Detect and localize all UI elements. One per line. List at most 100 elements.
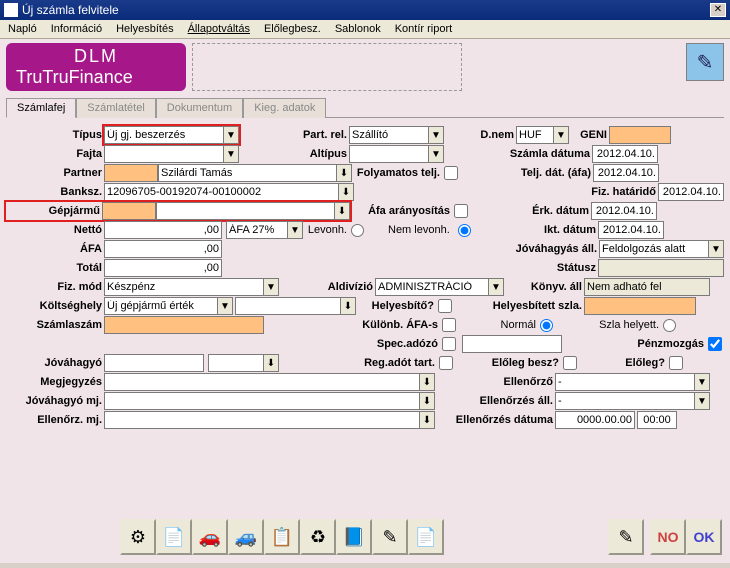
ellenorzo-dropdown-icon[interactable]: ▼: [694, 373, 710, 391]
gepjarmu-name-field[interactable]: [156, 202, 335, 220]
tab-szamlafej[interactable]: Számlafej: [6, 98, 76, 118]
jovahagyasall-field[interactable]: [599, 240, 709, 258]
elolegbesz-checkbox[interactable]: [563, 356, 577, 370]
lbl-konyvall: Könyv. áll: [504, 281, 584, 293]
menu-sablonok[interactable]: Sablonok: [331, 22, 385, 36]
tool-car-icon[interactable]: 🚗: [192, 519, 228, 555]
menu-naplo[interactable]: Napló: [4, 22, 41, 36]
kulonbafas-checkbox[interactable]: [442, 318, 456, 332]
aldivizio-field[interactable]: [375, 278, 489, 296]
tool-pencil-icon[interactable]: ✎: [372, 519, 408, 555]
koltseghely-dropdown-icon[interactable]: ▼: [217, 297, 233, 315]
tool-doc-icon[interactable]: 📄: [156, 519, 192, 555]
lbl-nemlevonh: Nem levonh.: [366, 224, 456, 236]
tab-dokumentum[interactable]: Dokumentum: [156, 98, 243, 118]
dnem-field[interactable]: [516, 126, 554, 144]
lbl-dnem: D.nem: [444, 129, 516, 141]
tab-szamlatetel[interactable]: Számlatétel: [76, 98, 155, 118]
nemlevonh-radio[interactable]: [458, 224, 471, 237]
no-button[interactable]: NO: [650, 519, 686, 555]
folyamatos-checkbox[interactable]: [444, 166, 458, 180]
geni-field[interactable]: [609, 126, 671, 144]
ellenorzesall-field[interactable]: [555, 392, 695, 410]
tool-recycle-icon[interactable]: ♻: [300, 519, 336, 555]
afaaranyositas-checkbox[interactable]: [454, 204, 468, 218]
jovahagyo-dropdown-icon[interactable]: ⬇: [263, 354, 279, 372]
helyesbito-checkbox[interactable]: [438, 299, 452, 313]
koltseghely2-field[interactable]: [235, 297, 341, 315]
tool-gears-icon[interactable]: ⚙: [120, 519, 156, 555]
altipus-field[interactable]: [349, 145, 429, 163]
szlahelyett-radio[interactable]: [663, 319, 676, 332]
afa-field[interactable]: [104, 240, 222, 258]
altipus-dropdown-icon[interactable]: ▼: [428, 145, 444, 163]
jovahagyasall-dropdown-icon[interactable]: ▼: [708, 240, 724, 258]
ellenorzestime-field[interactable]: [637, 411, 677, 429]
penzmozgas-checkbox[interactable]: [708, 337, 722, 351]
megjegyzes-field[interactable]: [104, 373, 420, 391]
fizhatarid-field[interactable]: [658, 183, 724, 201]
megjegyzes-dropdown-icon[interactable]: ⬇: [419, 373, 435, 391]
ellenorzesall-dropdown-icon[interactable]: ▼: [694, 392, 710, 410]
dnem-dropdown-icon[interactable]: ▼: [553, 126, 569, 144]
tool-car2-icon[interactable]: 🚙: [228, 519, 264, 555]
fajta-dropdown-icon[interactable]: ▼: [223, 145, 239, 163]
afakulcs-dropdown-icon[interactable]: ▼: [287, 221, 303, 239]
ellenorzmj-dropdown-icon[interactable]: ⬇: [419, 411, 435, 429]
fizmod-field[interactable]: [104, 278, 264, 296]
edit-icon[interactable]: ✎: [686, 43, 724, 81]
fajta-field[interactable]: [104, 145, 224, 163]
teljdat-field[interactable]: [593, 164, 659, 182]
levonh-radio[interactable]: [351, 224, 364, 237]
tipus-dropdown-icon[interactable]: ▼: [223, 126, 239, 144]
erkdatum-field[interactable]: [591, 202, 657, 220]
partner-dropdown-icon[interactable]: ⬇: [336, 164, 352, 182]
koltseghely2-dropdown-icon[interactable]: ⬇: [340, 297, 356, 315]
jovahagyo2-field[interactable]: [208, 354, 264, 372]
jovahagyo-field[interactable]: [104, 354, 204, 372]
tipus-field[interactable]: [104, 126, 224, 144]
ok-button[interactable]: OK: [686, 519, 722, 555]
netto-field[interactable]: [104, 221, 222, 239]
menu-elolegbesz[interactable]: Előlegbesz.: [260, 22, 325, 36]
tool-book-icon[interactable]: 📘: [336, 519, 372, 555]
tab-kieg[interactable]: Kieg. adatok: [243, 98, 326, 118]
banksz-dropdown-icon[interactable]: ⬇: [338, 183, 354, 201]
partrel-dropdown-icon[interactable]: ▼: [428, 126, 444, 144]
szamladatuma-field[interactable]: [592, 145, 658, 163]
banksz-field[interactable]: [104, 183, 339, 201]
menu-helyesbites[interactable]: Helyesbítés: [112, 22, 177, 36]
specadozo-field[interactable]: [462, 335, 562, 353]
szamlaszam-field[interactable]: [104, 316, 264, 334]
normal-radio[interactable]: [540, 319, 553, 332]
fizmod-dropdown-icon[interactable]: ▼: [263, 278, 279, 296]
total-field[interactable]: [104, 259, 222, 277]
regadot-checkbox[interactable]: [439, 356, 453, 370]
gepjarmu-code-field[interactable]: [102, 202, 156, 220]
tool-clipboard-icon[interactable]: 📋: [264, 519, 300, 555]
partrel-field[interactable]: [349, 126, 429, 144]
menu-allapotvaltas[interactable]: Állapotváltás: [184, 22, 254, 36]
tool-edit-icon[interactable]: ✎: [608, 519, 644, 555]
eloleg-checkbox[interactable]: [669, 356, 683, 370]
helyesbitettszla-field[interactable]: [584, 297, 696, 315]
aldivizio-dropdown-icon[interactable]: ▼: [488, 278, 504, 296]
close-button[interactable]: ✕: [710, 3, 726, 17]
afakulcs-field[interactable]: [226, 221, 288, 239]
partner-code-field[interactable]: [104, 164, 158, 182]
ellenorzo-field[interactable]: [555, 373, 695, 391]
koltseghely-field[interactable]: [104, 297, 218, 315]
jovahagyomj-dropdown-icon[interactable]: ⬇: [419, 392, 435, 410]
partner-name-field[interactable]: [158, 164, 337, 182]
iktdatum-field[interactable]: [598, 221, 664, 239]
ellenorzesdat-field[interactable]: [555, 411, 635, 429]
note-area[interactable]: [192, 43, 462, 91]
jovahagyomj-field[interactable]: [104, 392, 420, 410]
menu-informacio[interactable]: Információ: [47, 22, 106, 36]
ellenorzmj-field[interactable]: [104, 411, 420, 429]
menu-kontir[interactable]: Kontír riport: [391, 22, 456, 36]
tool-page-icon[interactable]: 📄: [408, 519, 444, 555]
specadozo-checkbox[interactable]: [442, 337, 456, 351]
lbl-ellenorzesdat: Ellenőrzés dátuma: [435, 414, 555, 426]
gepjarmu-dropdown-icon[interactable]: ⬇: [334, 202, 350, 220]
